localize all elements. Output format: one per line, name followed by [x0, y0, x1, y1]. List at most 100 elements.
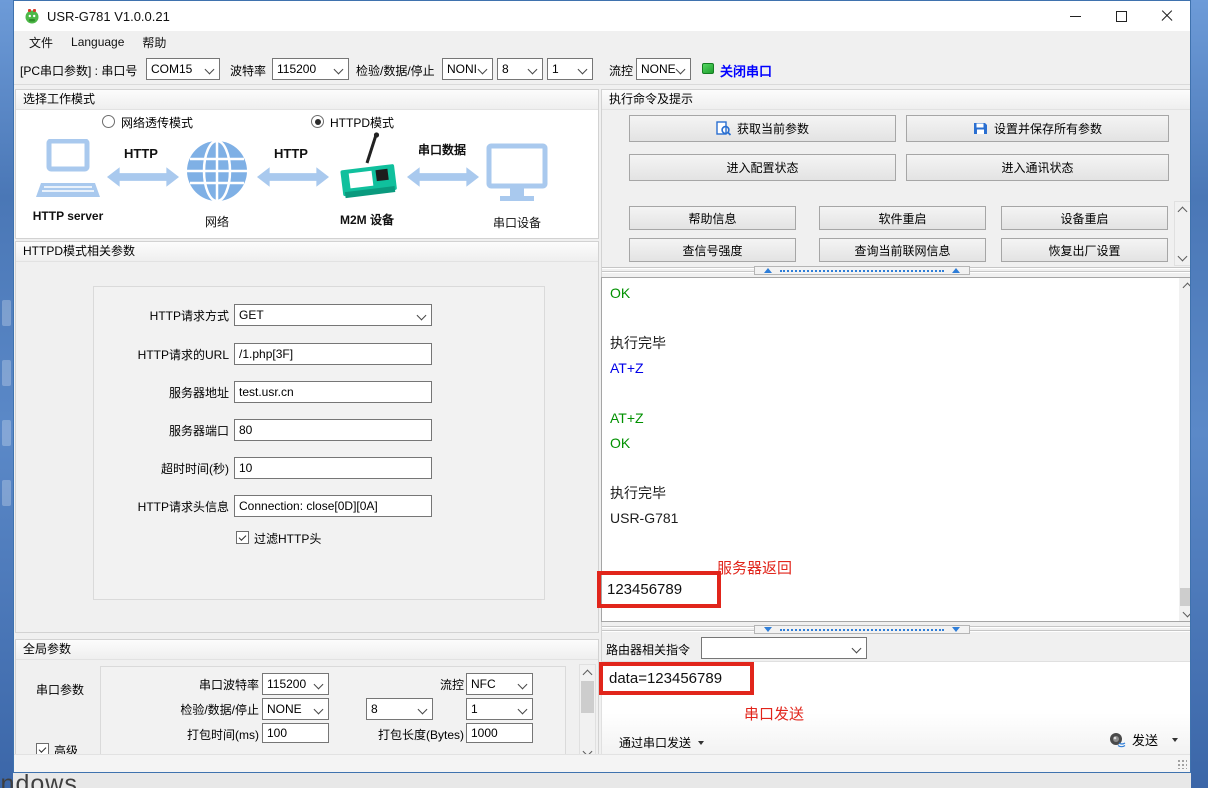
- chevron-down-icon: [528, 65, 538, 75]
- stopbits-select[interactable]: 1: [547, 58, 593, 80]
- server-addr-input[interactable]: [234, 381, 432, 403]
- m2m-device-icon: [336, 131, 404, 205]
- radio-httpd-mode[interactable]: [311, 115, 324, 128]
- send-button[interactable]: 发送: [1109, 730, 1178, 749]
- serial-send-note: 串口发送: [744, 703, 804, 724]
- minimize-button[interactable]: [1052, 1, 1098, 31]
- collapse-down-icon[interactable]: [952, 627, 960, 632]
- laptop-icon: [36, 139, 100, 205]
- menu-file[interactable]: 文件: [20, 32, 62, 53]
- log-splitter-bottom[interactable]: [602, 625, 1190, 634]
- chevron-down-icon: [518, 680, 528, 690]
- enter-config-button[interactable]: 进入配置状态: [629, 154, 896, 181]
- menu-language[interactable]: Language: [62, 33, 133, 51]
- log-splitter-top[interactable]: [602, 266, 1190, 275]
- parity-select[interactable]: NONI: [442, 58, 493, 80]
- command-scrollbar[interactable]: [1174, 201, 1191, 266]
- radio-transparent-mode[interactable]: [102, 115, 115, 128]
- close-button[interactable]: [1144, 1, 1190, 31]
- factory-reset-button[interactable]: 恢复出厂设置: [1001, 238, 1168, 262]
- network-globe-icon: [186, 139, 248, 203]
- log-lines: OK 执行完毕AT+Z AT+ZOK 执行完毕USR-G781: [602, 278, 1191, 531]
- filter-http-label: 过滤HTTP头: [254, 530, 321, 547]
- http-method-label: HTTP请求方式: [74, 307, 229, 324]
- log-line: AT+Z: [602, 356, 1191, 381]
- enter-comm-button[interactable]: 进入通讯状态: [906, 154, 1169, 181]
- http-method-select[interactable]: GET: [234, 304, 432, 326]
- chevron-down-icon: [852, 644, 862, 654]
- log-scrollbar[interactable]: [1179, 278, 1191, 621]
- router-cmd-select[interactable]: [701, 637, 867, 659]
- speaker-icon: [1109, 732, 1126, 748]
- com-port-select[interactable]: COM15: [146, 58, 220, 80]
- chevron-down-icon: [314, 680, 324, 690]
- search-doc-icon: [716, 121, 731, 136]
- menu-help[interactable]: 帮助: [133, 32, 175, 53]
- device-restart-button[interactable]: 设备重启: [1001, 206, 1168, 230]
- flow-select[interactable]: NONE: [636, 58, 691, 80]
- chevron-down-icon: [417, 311, 427, 321]
- global-scrollbar[interactable]: [579, 664, 596, 761]
- log-line: AT+Z: [602, 406, 1191, 431]
- collapse-up-icon[interactable]: [764, 268, 772, 273]
- port-open-indicator-icon: [702, 63, 714, 74]
- desktop-left-strip: [0, 0, 13, 788]
- get-params-button[interactable]: 获取当前参数: [629, 115, 896, 142]
- databits-select[interactable]: 8: [497, 58, 543, 80]
- log-line: 执行完毕: [602, 331, 1191, 356]
- title-bar[interactable]: USR-G781 V1.0.0.21: [14, 1, 1190, 31]
- g-stopbits-select[interactable]: 1: [466, 698, 533, 720]
- dropdown-arrow-icon: [698, 741, 704, 745]
- signal-strength-button[interactable]: 查信号强度: [629, 238, 796, 262]
- help-info-button[interactable]: 帮助信息: [629, 206, 796, 230]
- baud-label: 波特率: [230, 62, 266, 79]
- chevron-down-icon: [334, 65, 344, 75]
- timeout-label: 超时时间(秒): [74, 460, 229, 477]
- monitor-icon: [486, 143, 548, 205]
- scroll-up-icon[interactable]: [1179, 278, 1191, 293]
- http-header-input[interactable]: [234, 495, 432, 517]
- filter-http-checkbox[interactable]: [236, 531, 249, 544]
- via-serial-dropdown[interactable]: 通过串口发送: [619, 734, 704, 751]
- http-url-input[interactable]: [234, 343, 432, 365]
- http-url-label: HTTP请求的URL: [74, 346, 229, 363]
- soft-restart-button[interactable]: 软件重启: [819, 206, 986, 230]
- save-params-button[interactable]: 设置并保存所有参数: [906, 115, 1169, 142]
- serial-section-label: 串口参数: [36, 681, 84, 698]
- collapse-down-icon[interactable]: [764, 627, 772, 632]
- parity-label: 检验/数据/停止: [356, 62, 435, 79]
- g-baud-select[interactable]: 115200: [262, 673, 329, 695]
- command-panel-header: 执行命令及提示: [602, 90, 1190, 110]
- baud-select[interactable]: 115200: [272, 58, 349, 80]
- save-params-label: 设置并保存所有参数: [994, 120, 1102, 137]
- chevron-down-icon: [578, 65, 588, 75]
- server-port-label: 服务器端口: [74, 422, 229, 439]
- scroll-down-icon[interactable]: [1175, 250, 1190, 265]
- link-http1-label: HTTP: [111, 146, 171, 161]
- pack-len-label: 打包长度(Bytes): [366, 726, 464, 743]
- close-port-button[interactable]: 关闭串口: [720, 61, 772, 80]
- network-info-button[interactable]: 查询当前联网信息: [819, 238, 986, 262]
- g-flow-select[interactable]: NFC: [466, 673, 533, 695]
- log-line: USR-G781: [602, 506, 1191, 531]
- flow-label: 流控: [609, 62, 633, 79]
- scroll-up-icon[interactable]: [580, 665, 595, 680]
- maximize-button[interactable]: [1098, 1, 1144, 31]
- app-icon: [24, 8, 40, 24]
- node-serial-dev-label: 串口设备: [486, 214, 548, 231]
- g-parity-select[interactable]: NONE: [262, 698, 329, 720]
- via-serial-label: 通过串口发送: [619, 734, 691, 751]
- double-arrow-icon: [406, 165, 480, 189]
- pack-time-input[interactable]: [262, 723, 329, 743]
- resize-grip[interactable]: [1176, 758, 1187, 769]
- timeout-input[interactable]: [234, 457, 432, 479]
- log-line: [602, 306, 1191, 331]
- g-databits-select[interactable]: 8: [366, 698, 433, 720]
- scroll-down-icon[interactable]: [1179, 606, 1191, 621]
- chevron-down-icon: [676, 65, 686, 75]
- server-port-input[interactable]: [234, 419, 432, 441]
- collapse-up-icon[interactable]: [952, 268, 960, 273]
- dropdown-arrow-icon: [1172, 738, 1178, 742]
- scroll-up-icon[interactable]: [1175, 202, 1190, 217]
- pack-len-input[interactable]: [466, 723, 533, 743]
